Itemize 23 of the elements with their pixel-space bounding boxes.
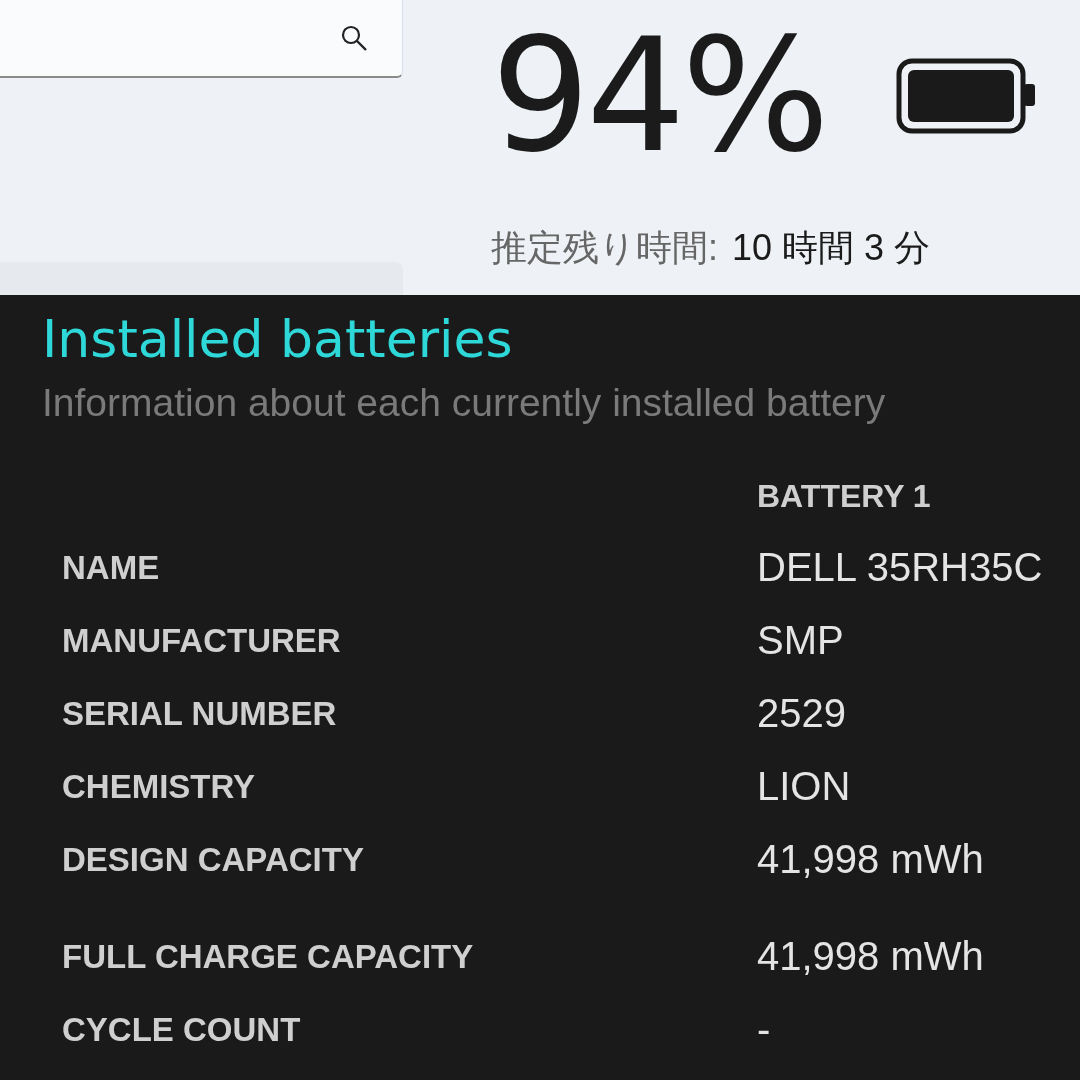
- section-subtitle: Information about each currently installed battery: [42, 381, 887, 425]
- row-label: CHEMISTRY: [62, 767, 257, 806]
- row-label: DESIGN CAPACITY: [62, 840, 365, 879]
- column-header: BATTERY 1: [757, 477, 931, 515]
- row-value: 41,998 mWh: [757, 934, 984, 979]
- row-value: 2529: [757, 691, 846, 736]
- row-value: -: [757, 1007, 771, 1052]
- section-title: Installed batteries: [42, 309, 514, 369]
- row-value: DELL 35RH35C: [757, 545, 1043, 590]
- row-label: NAME: [62, 548, 161, 587]
- row-label: MANUFACTURER: [62, 621, 342, 660]
- battery-percentage: 94%: [491, 18, 826, 174]
- battery-icon: [895, 58, 1038, 134]
- row-value: 41,998 mWh: [757, 837, 984, 882]
- row-label: FULL CHARGE CAPACITY: [62, 937, 475, 976]
- estimate-label: 推定残り時間:: [491, 226, 718, 270]
- search-icon: [339, 23, 369, 53]
- estimate-value: 10 時間 3 分: [732, 226, 931, 270]
- row-label: CYCLE COUNT: [62, 1010, 302, 1049]
- row-label: SERIAL NUMBER: [62, 694, 338, 733]
- row-value: SMP: [757, 618, 844, 663]
- row-value: LION: [757, 764, 851, 809]
- search-field[interactable]: [0, 0, 403, 78]
